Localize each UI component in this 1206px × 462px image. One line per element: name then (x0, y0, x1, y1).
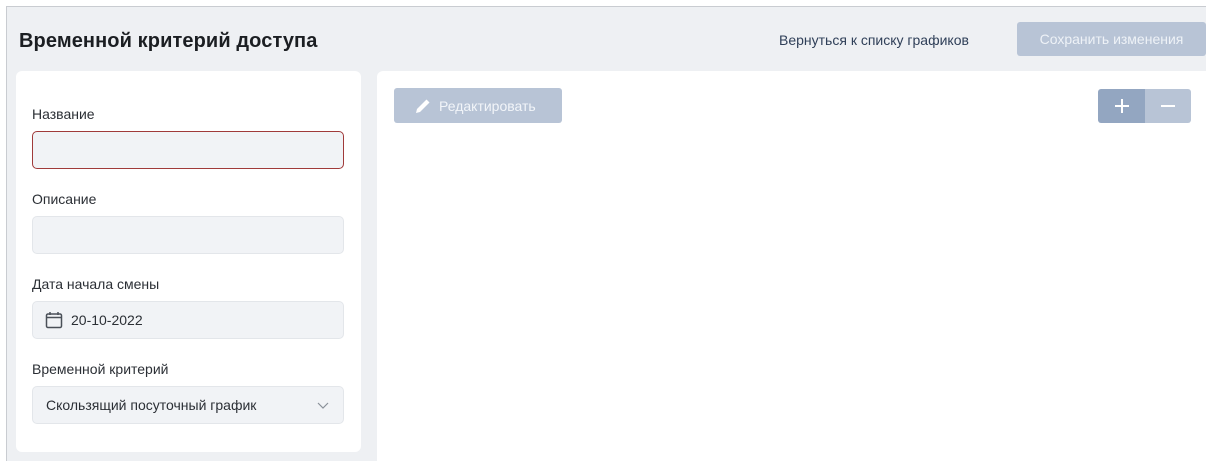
form-panel: Название Описание Дата начала смены 20-1… (16, 71, 361, 452)
minus-icon (1161, 105, 1175, 107)
app-frame: Временной критерий доступа Вернуться к с… (6, 6, 1206, 462)
back-to-schedules-link[interactable]: Вернуться к списку графиков (779, 32, 969, 48)
name-input[interactable] (32, 131, 344, 169)
name-label: Название (32, 106, 95, 122)
start-date-label: Дата начала смены (32, 276, 160, 292)
edit-button[interactable]: Редактировать (394, 88, 562, 123)
zoom-in-button[interactable] (1098, 89, 1145, 123)
description-label: Описание (32, 191, 97, 207)
zoom-out-button[interactable] (1145, 89, 1191, 123)
save-changes-button[interactable]: Сохранить изменения (1017, 22, 1206, 56)
criterion-value: Скользящий посуточный график (46, 397, 257, 413)
page-title: Временной критерий доступа (19, 30, 318, 52)
edit-button-label: Редактировать (439, 97, 536, 114)
pencil-icon (416, 99, 430, 113)
start-date-value: 20-10-2022 (71, 312, 143, 328)
criterion-select[interactable]: Скользящий посуточный график (32, 386, 344, 424)
calendar-icon (45, 312, 63, 329)
description-input[interactable] (32, 216, 344, 254)
start-date-input[interactable]: 20-10-2022 (32, 301, 344, 339)
criterion-label: Временной критерий (32, 361, 169, 377)
schedule-panel: Редактировать (377, 71, 1206, 462)
chevron-down-icon (317, 402, 329, 409)
plus-icon (1114, 99, 1129, 113)
zoom-controls (1098, 89, 1191, 123)
